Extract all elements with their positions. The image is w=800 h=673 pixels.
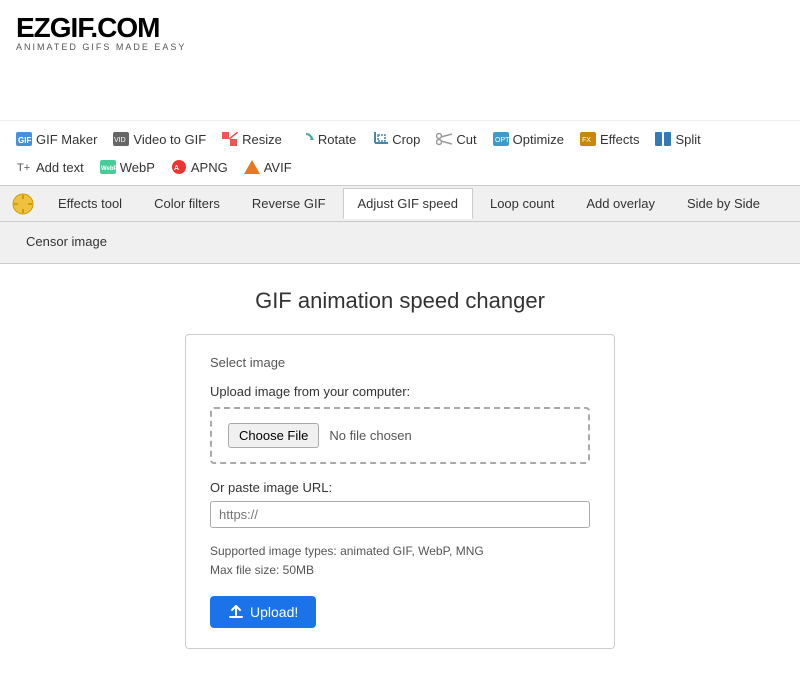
optimize-icon: OPT <box>493 131 509 147</box>
header: EZGIF.COM ANIMATED GIFS MADE EASY <box>0 0 800 60</box>
no-file-text: No file chosen <box>329 428 411 443</box>
tab-color-filters[interactable]: Color filters <box>139 188 235 219</box>
upload-icon <box>228 604 244 620</box>
url-input[interactable] <box>210 501 590 528</box>
video-icon: VID <box>113 131 129 147</box>
nav-cut[interactable]: Cut <box>430 127 482 151</box>
rotate-icon <box>298 131 314 147</box>
svg-text:OPT: OPT <box>495 137 509 144</box>
nav-webp[interactable]: WebP WebP <box>94 155 161 179</box>
effects-icon: FX <box>580 131 596 147</box>
gif-icon: GIF <box>16 131 32 147</box>
upload-label: Upload image from your computer: <box>210 384 590 399</box>
nav-optimize[interactable]: OPT Optimize <box>487 127 570 151</box>
webp-icon: WebP <box>100 159 116 175</box>
split-icon <box>655 131 671 147</box>
nav-crop[interactable]: Crop <box>366 127 426 151</box>
tab-censor-image[interactable]: Censor image <box>11 226 122 257</box>
crop-icon <box>372 131 388 147</box>
tab-adjust-gif-speed[interactable]: Adjust GIF speed <box>343 188 473 219</box>
nav-apng[interactable]: A APNG <box>165 155 234 179</box>
svg-text:WebP: WebP <box>101 166 116 172</box>
select-image-box: Select image Upload image from your comp… <box>185 334 615 649</box>
tabs-row2: Censor image <box>0 222 800 264</box>
nav-add-text[interactable]: T+ Add text <box>10 155 90 179</box>
upload-button[interactable]: Upload! <box>210 596 316 628</box>
svg-text:VID: VID <box>114 137 126 144</box>
tab-effects-tool[interactable]: Effects tool <box>43 188 137 219</box>
effects-tab-icon <box>4 187 42 221</box>
nav-resize[interactable]: Resize <box>216 127 288 151</box>
avif-icon <box>244 159 260 175</box>
nav-rotate[interactable]: Rotate <box>292 127 362 151</box>
tabs-row1: Effects tool Color filters Reverse GIF A… <box>0 185 800 222</box>
svg-text:T+: T+ <box>17 162 30 174</box>
main-content: GIF animation speed changer Select image… <box>0 264 800 673</box>
resize-icon <box>222 131 238 147</box>
cut-icon <box>436 131 452 147</box>
nav-split[interactable]: Split <box>649 127 706 151</box>
nav-effects[interactable]: FX Effects <box>574 127 646 151</box>
logo-subtitle: ANIMATED GIFS MADE EASY <box>16 42 784 52</box>
url-label: Or paste image URL: <box>210 480 590 495</box>
tab-side-by-side[interactable]: Side by Side <box>672 188 775 219</box>
choose-file-button[interactable]: Choose File <box>228 423 319 448</box>
svg-text:FX: FX <box>582 137 591 144</box>
addtext-icon: T+ <box>16 159 32 175</box>
nav-video-to-gif[interactable]: VID Video to GIF <box>107 127 212 151</box>
navigation-bar: GIF GIF Maker VID Video to GIF Resize Ro… <box>0 120 800 185</box>
nav-avif[interactable]: AVIF <box>238 155 298 179</box>
apng-icon: A <box>171 159 187 175</box>
svg-text:GIF: GIF <box>18 136 31 145</box>
file-input-area: Choose File No file chosen <box>210 407 590 464</box>
nav-gif-maker[interactable]: GIF GIF Maker <box>10 127 103 151</box>
svg-text:A: A <box>174 165 179 172</box>
supported-types-text: Supported image types: animated GIF, Web… <box>210 542 590 580</box>
select-image-legend: Select image <box>210 355 590 370</box>
tab-loop-count[interactable]: Loop count <box>475 188 569 219</box>
logo[interactable]: EZGIF.COM <box>16 12 784 44</box>
page-title: GIF animation speed changer <box>20 288 780 314</box>
tab-add-overlay[interactable]: Add overlay <box>571 188 670 219</box>
tab-reverse-gif[interactable]: Reverse GIF <box>237 188 341 219</box>
spacer <box>0 60 800 120</box>
